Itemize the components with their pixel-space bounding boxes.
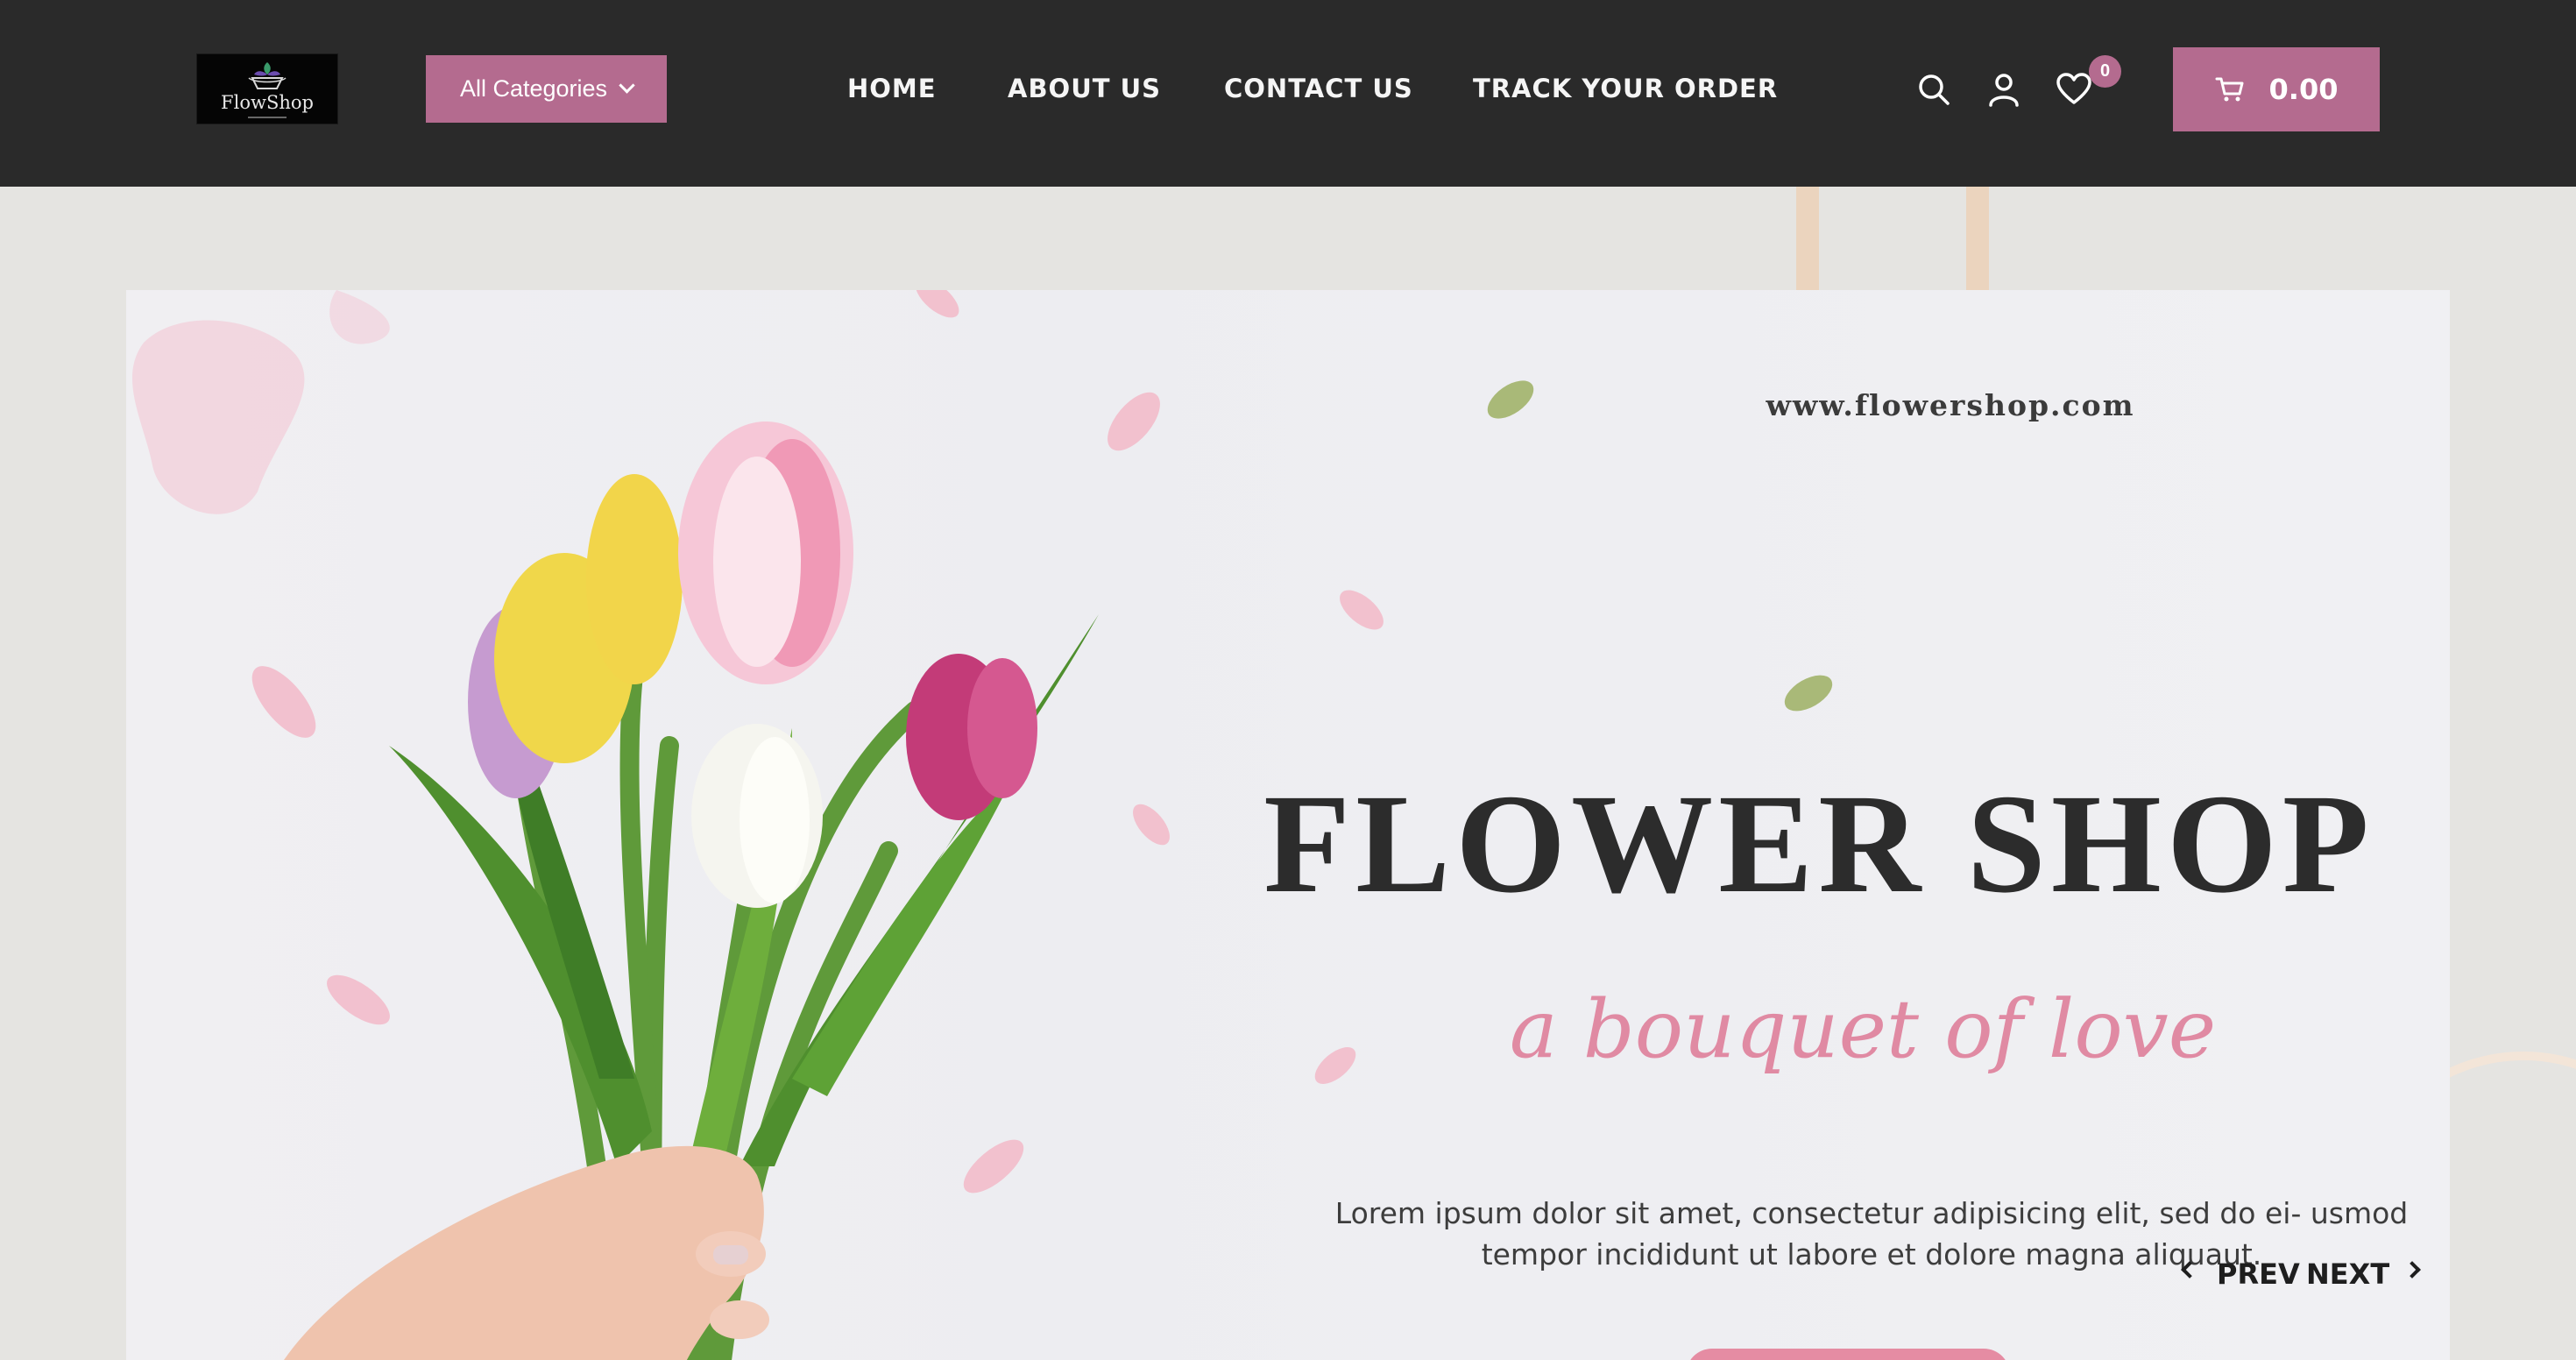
nav-contact-us[interactable]: CONTACT US <box>1224 74 1413 103</box>
slider-prev-button[interactable]: PREV <box>2217 1257 2300 1291</box>
banner-headline: FLOWER SHOP <box>1263 766 2374 923</box>
flower-basket-icon <box>248 61 287 89</box>
all-categories-label: All Categories <box>459 75 608 102</box>
nav-track-your-order[interactable]: TRACK YOUR ORDER <box>1473 74 1778 103</box>
site-logo[interactable]: FlowShop <box>196 53 338 124</box>
banner-cta-button[interactable] <box>1686 1349 2010 1360</box>
nav-about-us[interactable]: ABOUT US <box>1008 74 1161 103</box>
search-icon[interactable] <box>1916 72 1951 107</box>
site-header: FlowShop All Categories HOME ABOUT US CO… <box>0 0 2576 187</box>
all-categories-dropdown[interactable]: All Categories <box>426 55 667 123</box>
banner-tagline: a bouquet of love <box>1509 982 2217 1076</box>
site-url-text: www.flowershop.com <box>1766 388 2135 422</box>
nav-home[interactable]: HOME <box>847 74 937 103</box>
background-decoration <box>1796 187 1989 292</box>
chevron-down-icon <box>619 77 635 94</box>
logo-tagline-line <box>248 116 287 118</box>
cart-icon <box>2215 77 2244 102</box>
user-icon[interactable] <box>1987 72 2020 107</box>
wishlist-count-badge: 0 <box>2089 55 2121 88</box>
cart-total: 0.00 <box>2268 73 2339 106</box>
slider-next-button[interactable]: NEXT <box>2306 1257 2389 1291</box>
heart-icon[interactable] <box>2056 72 2092 105</box>
hero-banner: www.flowershop.com FLOWER SHOP a bouquet… <box>126 290 2450 1360</box>
logo-text: FlowShop <box>221 91 314 113</box>
cart-button[interactable]: 0.00 <box>2173 47 2380 131</box>
